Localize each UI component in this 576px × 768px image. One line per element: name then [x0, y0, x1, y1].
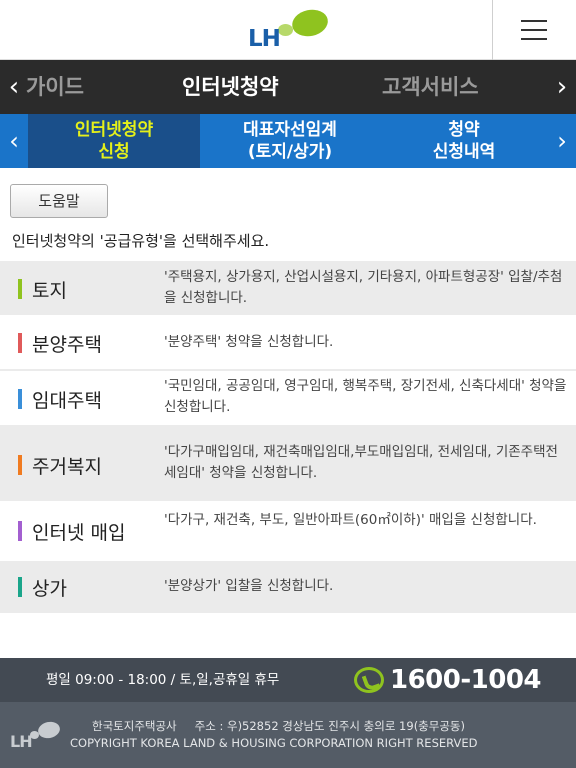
footer-lh-logo: LH [10, 719, 66, 752]
item-desc: '주택용지, 상가용지, 산업시설용지, 기타용지, 아파트형공장' 입찰/추첨… [164, 269, 563, 306]
tab-label-line2: 신청내역 [432, 142, 496, 162]
footer-logo-text: LH [10, 732, 33, 751]
list-item-commercial[interactable]: 상가 '분양상가' 입찰을 신청합니다. [0, 561, 576, 613]
tab-label-line2: (토지/상가) [247, 142, 333, 162]
company-name: 한국토지주택공사 [92, 719, 177, 733]
logo-leaf-big [289, 6, 331, 40]
lh-logo[interactable]: LH [246, 6, 331, 52]
phone-number[interactable]: 1600-1004 [390, 658, 542, 702]
sub-tab-nav: ‹ 인터넷청약 신청 대표자선임계 (토지/상가) 청약 신청내역 › [0, 114, 576, 168]
list-item-internet-purchase[interactable]: 인터넷 매입 '다가구, 재건축, 부도, 일반아파트(60㎡이하)' 매입을 … [0, 503, 576, 561]
nav-item-internet-application[interactable]: 인터넷청약 [182, 60, 279, 114]
footer-info: LH 한국토지주택공사 주소 : 우)52852 경상남도 진주시 충의로 19(… [0, 702, 576, 768]
item-title: 분양주택 [32, 334, 102, 356]
list-item-land[interactable]: 토지 '주택용지, 상가용지, 산업시설용지, 기타용지, 아파트형공장' 입찰… [0, 261, 576, 317]
color-bar [18, 279, 22, 299]
item-desc: '분양주택' 청약을 신청합니다. [164, 334, 334, 350]
list-item-rental-housing[interactable]: 임대주택 '국민임대, 공공임대, 영구임대, 행복주택, 장기전세, 신축다세… [0, 369, 576, 425]
list-item-sale-housing[interactable]: 분양주택 '분양주택' 청약을 신청합니다. [0, 317, 576, 369]
business-hours: 평일 09:00 - 18:00 / 토,일,공휴일 휴무 [46, 672, 280, 688]
hamburger-menu-icon[interactable] [506, 12, 562, 48]
color-bar [18, 455, 22, 475]
chevron-right-icon[interactable]: › [548, 60, 576, 114]
color-bar [18, 333, 22, 353]
logo-text: LH [248, 26, 281, 52]
footer-contact-bar: 평일 09:00 - 18:00 / 토,일,공휴일 휴무 1600-1004 [0, 658, 576, 702]
logo-leaf-small [278, 24, 293, 36]
color-bar [18, 577, 22, 597]
nav-item-guide[interactable]: 가이드 [26, 60, 84, 114]
tab-label-line1: 인터넷청약 [74, 120, 154, 140]
menu-line [521, 29, 547, 31]
main-category-nav: ‹ 가이드 인터넷청약 고객서비스 › [0, 60, 576, 114]
item-title: 상가 [32, 578, 67, 600]
item-desc: '분양상가' 입찰을 신청합니다. [164, 578, 334, 594]
tab-internet-application[interactable]: 인터넷청약 신청 [28, 114, 200, 168]
menu-line [521, 38, 547, 40]
color-bar [18, 521, 22, 541]
tab-label-line1: 청약 [448, 120, 480, 140]
phone-icon [354, 667, 384, 693]
tab-application-history[interactable]: 청약 신청내역 [380, 114, 548, 168]
menu-line [521, 20, 547, 22]
app-header: LH [0, 0, 576, 60]
copyright-text: COPYRIGHT KOREA LAND & HOUSING CORPORATI… [70, 736, 478, 750]
list-item-housing-welfare[interactable]: 주거복지 '다가구매입임대, 재건축매입임대,부도매입임대, 전세임대, 기존주… [0, 425, 576, 503]
tab-label-line2: 신청 [98, 142, 130, 162]
item-desc: '다가구, 재건축, 부도, 일반아파트(60㎡이하)' 매입을 신청합니다. [164, 512, 537, 528]
item-title: 주거복지 [32, 456, 102, 478]
item-desc: '다가구매입임대, 재건축매입임대,부도매입임대, 전세임대, 기존주택전세임대… [164, 444, 558, 481]
footer-logo-leaf-big [36, 719, 62, 741]
company-address: 한국토지주택공사 주소 : 우)52852 경상남도 진주시 충의로 19(충무공… [92, 718, 483, 734]
item-desc: '국민임대, 공공임대, 영구임대, 행복주택, 장기전세, 신축다세대' 청약… [164, 378, 567, 415]
tab-label-line1: 대표자선임계 [243, 120, 337, 140]
color-bar [18, 389, 22, 409]
item-title: 임대주택 [32, 390, 102, 412]
item-title: 토지 [32, 280, 67, 302]
nav-item-customer-service[interactable]: 고객서비스 [382, 60, 479, 114]
address-text: 주소 : 우)52852 경상남도 진주시 충의로 19(충무공동) [194, 719, 465, 733]
help-button[interactable]: 도움말 [10, 184, 108, 218]
item-title: 인터넷 매입 [32, 522, 126, 544]
tab-representative[interactable]: 대표자선임계 (토지/상가) [200, 114, 380, 168]
chevron-right-icon[interactable]: › [548, 114, 576, 168]
menu-divider [492, 0, 493, 60]
instruction-text: 인터넷청약의 '공급유형'을 선택해주세요. [12, 232, 270, 250]
chevron-left-icon[interactable]: ‹ [0, 114, 28, 168]
chevron-left-icon[interactable]: ‹ [0, 60, 28, 114]
